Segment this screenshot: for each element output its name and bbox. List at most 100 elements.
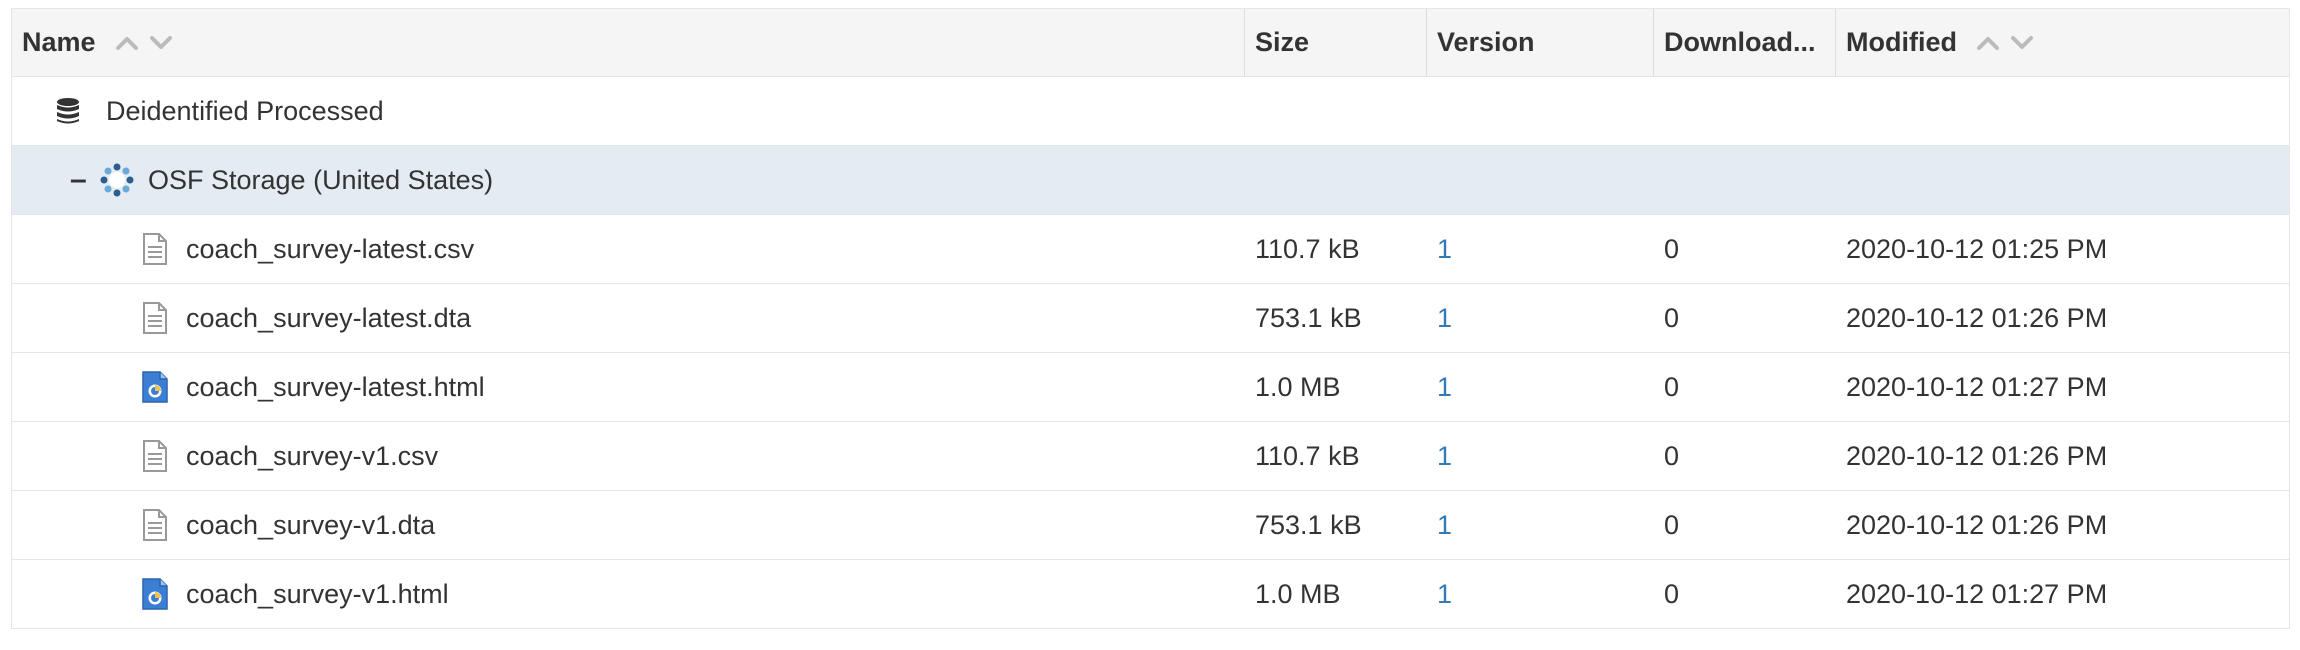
file-size-cell: 110.7 kB [1245, 441, 1427, 472]
file-modified-cell: 2020-10-12 01:26 PM [1836, 441, 2289, 472]
file-name-cell: coach_survey-latest.csv [12, 233, 1245, 265]
file-version-link[interactable]: 1 [1437, 441, 1452, 472]
database-icon [56, 97, 80, 125]
size-header-label: Size [1255, 27, 1310, 57]
file-version-cell: 1 [1427, 441, 1654, 472]
file-row[interactable]: coach_survey-latest.html 1.0 MB 1 0 2020… [12, 353, 2289, 422]
file-modified: 2020-10-12 01:26 PM [1846, 440, 2108, 471]
version-header-label: Version [1437, 27, 1535, 57]
sort-descending-icon[interactable] [2009, 34, 2035, 52]
file-downloads-cell: 0 [1654, 579, 1836, 610]
file-size: 753.1 kB [1255, 509, 1362, 540]
file-version-cell: 1 [1427, 510, 1654, 541]
file-modified: 2020-10-12 01:26 PM [1846, 509, 2108, 540]
file-modified-cell: 2020-10-12 01:26 PM [1836, 303, 2289, 334]
file-modified-cell: 2020-10-12 01:27 PM [1836, 372, 2289, 403]
file-version-link[interactable]: 1 [1437, 303, 1452, 334]
file-name-cell: coach_survey-latest.dta [12, 302, 1245, 334]
text-file-icon [142, 233, 168, 265]
downloads-header-label: Download... [1664, 27, 1816, 57]
html-file-icon [142, 578, 168, 610]
size-column-header[interactable]: Size [1245, 9, 1427, 76]
file-version-cell: 1 [1427, 303, 1654, 334]
file-name[interactable]: coach_survey-latest.csv [186, 234, 474, 265]
project-row[interactable]: Deidentified Processed [12, 77, 2289, 146]
project-label[interactable]: Deidentified Processed [106, 96, 384, 127]
text-file-icon [142, 302, 168, 334]
file-modified-cell: 2020-10-12 01:25 PM [1836, 234, 2289, 265]
file-version-link[interactable]: 1 [1437, 372, 1452, 403]
file-size-cell: 110.7 kB [1245, 234, 1427, 265]
file-list: coach_survey-latest.csv 110.7 kB 1 0 202… [12, 215, 2289, 629]
file-size-cell: 753.1 kB [1245, 303, 1427, 334]
file-row[interactable]: coach_survey-v1.csv 110.7 kB 1 0 2020-10… [12, 422, 2289, 491]
storage-label[interactable]: OSF Storage (United States) [148, 165, 493, 196]
file-downloads-cell: 0 [1654, 303, 1836, 334]
file-modified-cell: 2020-10-12 01:26 PM [1836, 510, 2289, 541]
file-downloads-cell: 0 [1654, 441, 1836, 472]
sort-ascending-icon[interactable] [114, 34, 140, 52]
file-downloads-cell: 0 [1654, 510, 1836, 541]
file-size: 1.0 MB [1255, 371, 1341, 402]
file-modified-cell: 2020-10-12 01:27 PM [1836, 579, 2289, 610]
name-sort-controls [114, 34, 174, 52]
file-downloads: 0 [1664, 509, 1680, 540]
project-name-cell: Deidentified Processed [12, 96, 1245, 127]
file-downloads-cell: 0 [1654, 372, 1836, 403]
file-name-cell: coach_survey-v1.csv [12, 440, 1245, 472]
file-name-cell: coach_survey-latest.html [12, 371, 1245, 403]
file-size-cell: 1.0 MB [1245, 579, 1427, 610]
file-version-link[interactable]: 1 [1437, 510, 1452, 541]
file-row[interactable]: coach_survey-latest.csv 110.7 kB 1 0 202… [12, 215, 2289, 284]
file-row[interactable]: coach_survey-v1.html 1.0 MB 1 0 2020-10-… [12, 560, 2289, 629]
text-file-icon [142, 509, 168, 541]
modified-column-header[interactable]: Modified [1836, 9, 2289, 76]
file-name[interactable]: coach_survey-v1.html [186, 579, 449, 610]
file-row[interactable]: coach_survey-v1.dta 753.1 kB 1 0 2020-10… [12, 491, 2289, 560]
file-modified: 2020-10-12 01:27 PM [1846, 371, 2108, 402]
file-version-cell: 1 [1427, 579, 1654, 610]
file-modified: 2020-10-12 01:27 PM [1846, 578, 2108, 609]
file-row[interactable]: coach_survey-latest.dta 753.1 kB 1 0 202… [12, 284, 2289, 353]
name-column-header[interactable]: Name [12, 9, 1245, 76]
file-downloads: 0 [1664, 371, 1680, 402]
file-modified: 2020-10-12 01:25 PM [1846, 233, 2108, 264]
file-size: 110.7 kB [1255, 440, 1360, 471]
file-size-cell: 1.0 MB [1245, 372, 1427, 403]
file-size-cell: 753.1 kB [1245, 510, 1427, 541]
collapse-toggle[interactable]: – [70, 163, 90, 197]
version-column-header[interactable]: Version [1427, 9, 1654, 76]
html-file-icon [142, 371, 168, 403]
storage-provider-row[interactable]: – OSF Storage (United States) [12, 146, 2289, 215]
file-downloads: 0 [1664, 440, 1680, 471]
sort-ascending-icon[interactable] [1975, 34, 2001, 52]
osf-storage-icon [100, 163, 134, 197]
file-size: 1.0 MB [1255, 578, 1341, 609]
downloads-column-header[interactable]: Download... [1654, 9, 1836, 76]
file-name[interactable]: coach_survey-latest.html [186, 372, 485, 403]
file-name[interactable]: coach_survey-v1.csv [186, 441, 438, 472]
modified-header-label: Modified [1846, 27, 1957, 57]
name-header-label: Name [22, 27, 96, 57]
text-file-icon [142, 440, 168, 472]
grid-header-row: Name Size Version Download... Modified [12, 8, 2289, 77]
file-browser-grid: Name Size Version Download... Modified D… [11, 8, 2290, 629]
file-version-link[interactable]: 1 [1437, 579, 1452, 610]
file-modified: 2020-10-12 01:26 PM [1846, 302, 2108, 333]
file-name-cell: coach_survey-v1.html [12, 578, 1245, 610]
file-size: 110.7 kB [1255, 233, 1360, 264]
file-version-cell: 1 [1427, 234, 1654, 265]
file-downloads: 0 [1664, 578, 1680, 609]
file-size: 753.1 kB [1255, 302, 1362, 333]
file-name[interactable]: coach_survey-v1.dta [186, 510, 435, 541]
storage-name-cell: – OSF Storage (United States) [12, 163, 1245, 197]
file-downloads-cell: 0 [1654, 234, 1836, 265]
file-version-cell: 1 [1427, 372, 1654, 403]
modified-sort-controls [1975, 34, 2035, 52]
file-name-cell: coach_survey-v1.dta [12, 509, 1245, 541]
file-downloads: 0 [1664, 302, 1680, 333]
file-name[interactable]: coach_survey-latest.dta [186, 303, 471, 334]
file-version-link[interactable]: 1 [1437, 234, 1452, 265]
sort-descending-icon[interactable] [148, 34, 174, 52]
file-downloads: 0 [1664, 233, 1680, 264]
